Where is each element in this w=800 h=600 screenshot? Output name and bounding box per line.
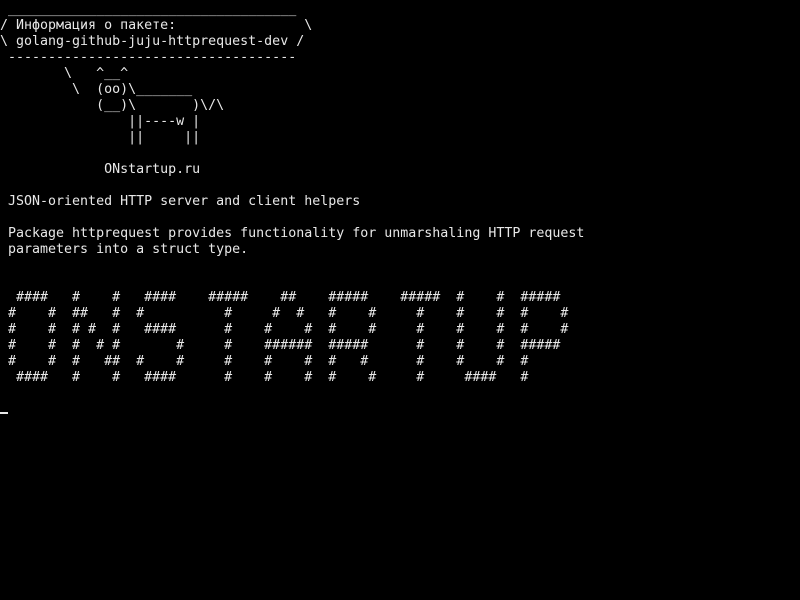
cow-art-line: \ (oo)\_______ <box>0 82 193 97</box>
cow-art-line: ||----w | <box>0 114 201 129</box>
banner-line: # # # ## # # # # # # # # # # # <box>0 354 529 369</box>
package-info-line: Package httprequest provides functionali… <box>0 226 585 241</box>
cow-art-line: \ ^__^ <box>0 66 129 81</box>
banner-line: #### # # #### ##### ## ##### ##### # # #… <box>0 290 561 305</box>
bubble-bottom-border: ------------------------------------ <box>0 50 297 65</box>
banner-line: # # ## # # # # # # # # # # # # <box>0 306 569 321</box>
bubble-title-line: / Информация о пакете: \ <box>0 18 313 33</box>
package-description: JSON-oriented HTTP server and client hel… <box>0 194 361 209</box>
cow-art-line: (__)\ )\/\ <box>0 98 225 113</box>
terminal-screen[interactable]: ____________________________________ / И… <box>0 0 800 600</box>
banner-line: #### # # #### # # # # # # #### # <box>0 370 529 385</box>
site-name: ONstartup.ru <box>0 162 201 177</box>
package-info-line: parameters into a struct type. <box>0 242 249 257</box>
cow-art-line: || || <box>0 130 201 145</box>
text-cursor <box>0 412 8 414</box>
banner-line: # # # # # #### # # # # # # # # # # <box>0 322 569 337</box>
bubble-top-border: ____________________________________ <box>0 2 297 17</box>
banner-line: # # # # # # # ###### ##### # # # ##### <box>0 338 561 353</box>
bubble-package-line: \ golang-github-juju-httprequest-dev / <box>0 34 305 49</box>
